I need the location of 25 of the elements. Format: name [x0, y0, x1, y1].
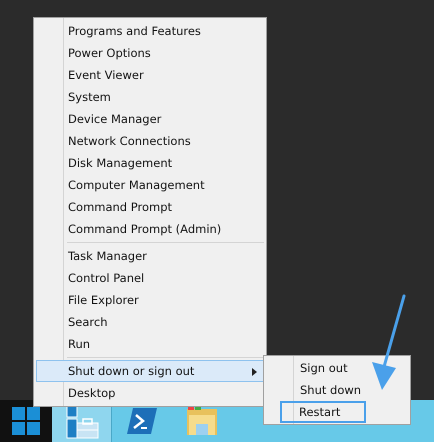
menu-item[interactable]: Control Panel: [36, 267, 264, 289]
menu-item[interactable]: Command Prompt (Admin): [36, 218, 264, 240]
menu-item[interactable]: Event Viewer: [36, 64, 264, 86]
menu-item[interactable]: Desktop: [36, 382, 264, 404]
menu-item[interactable]: Computer Management: [36, 174, 264, 196]
menu-item[interactable]: Shut down: [266, 379, 408, 401]
menu-item[interactable]: File Explorer: [36, 289, 264, 311]
menu-item[interactable]: Programs and Features: [36, 20, 264, 42]
menu-item[interactable]: System: [36, 86, 264, 108]
folder-icon: [186, 406, 218, 436]
powershell-icon: [127, 408, 157, 434]
start-button[interactable]: [0, 400, 52, 442]
menu-item[interactable]: Search: [36, 311, 264, 333]
menu-item[interactable]: Restart: [280, 401, 366, 423]
menu-item[interactable]: Disk Management: [36, 152, 264, 174]
menu-item[interactable]: Network Connections: [36, 130, 264, 152]
submenu-arrow-icon: [252, 368, 257, 376]
menu-item[interactable]: Power Options: [36, 42, 264, 64]
menu-item[interactable]: Task Manager: [36, 245, 264, 267]
windows-logo-icon: [12, 407, 40, 435]
menu-item[interactable]: Device Manager: [36, 108, 264, 130]
menu-item[interactable]: Shut down or sign out: [36, 360, 264, 382]
menu-item[interactable]: Run: [36, 333, 264, 355]
menu-item[interactable]: Command Prompt: [36, 196, 264, 218]
menu-item[interactable]: Sign out: [266, 357, 408, 379]
